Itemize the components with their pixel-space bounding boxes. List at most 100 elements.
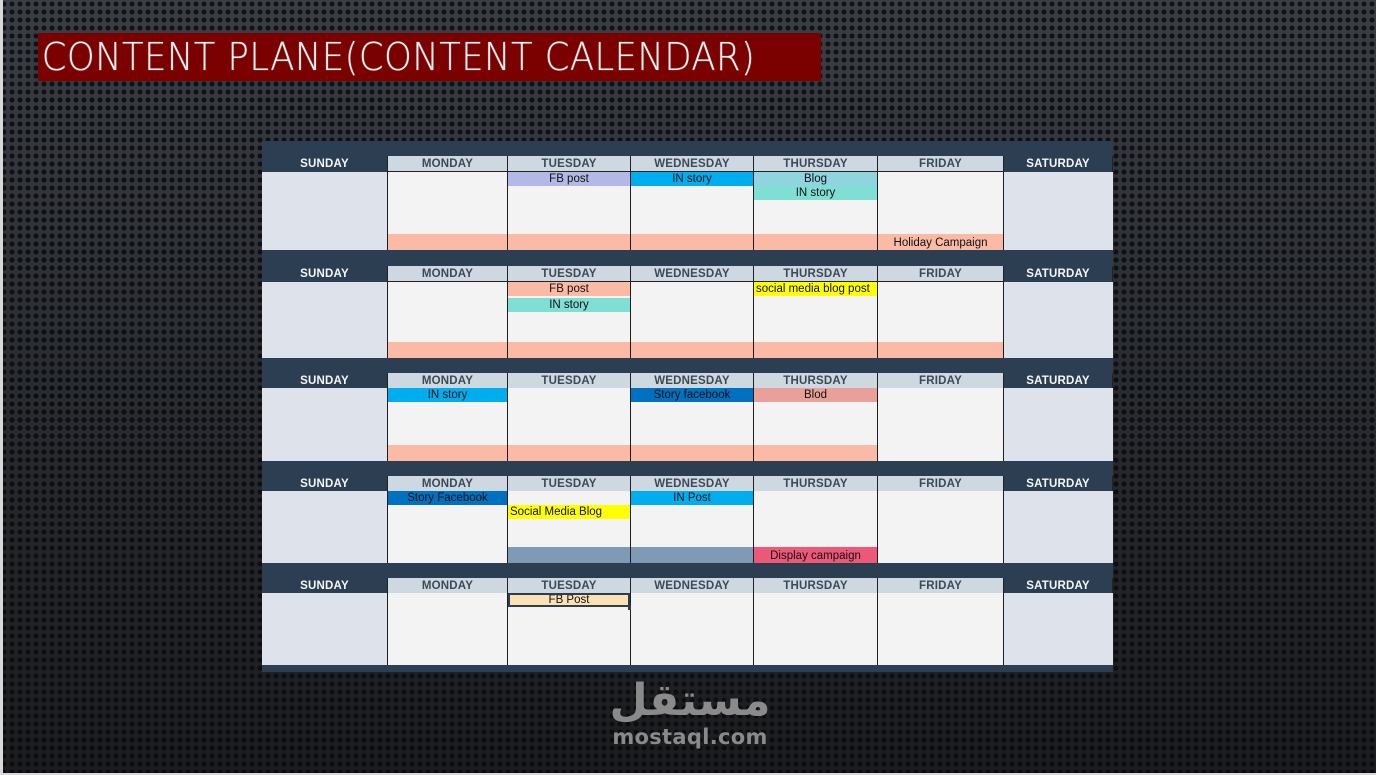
day-cell-wednesday[interactable]: Story facebook	[631, 388, 754, 461]
day-cell-thursday[interactable]: Blog IN story	[754, 172, 878, 250]
day-cell-saturday[interactable]	[1004, 388, 1113, 461]
calendar-entry[interactable]: Social Media Blog	[508, 505, 630, 519]
day-cell-tuesday[interactable]: FB Post	[508, 593, 633, 665]
campaign-band[interactable]	[388, 445, 507, 461]
day-header-sunday: SUNDAY	[262, 373, 388, 389]
calendar-entry[interactable]: IN story	[631, 172, 753, 186]
campaign-band[interactable]	[754, 234, 877, 250]
campaign-band[interactable]	[631, 445, 753, 461]
day-cell-monday[interactable]: Story Facebook	[388, 491, 508, 563]
day-header-saturday: SATURDAY	[1004, 373, 1113, 389]
day-cell-monday[interactable]	[388, 172, 508, 250]
calendar-entry-text: social media blog post	[756, 283, 870, 295]
calendar-entry-text: Social Media Blog	[510, 506, 603, 518]
day-header-monday: MONDAY	[388, 578, 508, 594]
day-header-thursday: THURSDAY	[754, 373, 878, 389]
week-4-body-row: Story Facebook Social Media Blog IN Post Di…	[262, 491, 1113, 563]
calendar-entry[interactable]: FB post	[508, 282, 630, 296]
campaign-band[interactable]	[508, 342, 630, 358]
day-cell-wednesday[interactable]	[631, 282, 754, 358]
calendar-entry-text: Blod	[803, 389, 828, 401]
week-5-header-row: SUNDAY MONDAY TUESDAY WEDNESDAY THURSDAY FRID…	[262, 578, 1113, 594]
day-header-wednesday: WEDNESDAY	[631, 373, 754, 389]
day-cell-monday[interactable]	[388, 282, 508, 358]
day-cell-friday[interactable]	[878, 388, 1004, 461]
calendar-entry-text: IN story	[795, 187, 836, 199]
day-cell-sunday[interactable]	[262, 282, 388, 358]
calendar-entry[interactable]: Blod	[754, 388, 877, 402]
campaign-band-blank[interactable]	[631, 547, 753, 563]
day-cell-tuesday[interactable]: FB post IN story	[508, 282, 631, 358]
day-cell-tuesday[interactable]: FB post	[508, 172, 631, 250]
calendar-entry[interactable]: IN story	[508, 298, 630, 312]
campaign-band[interactable]: Holiday Campaign	[878, 234, 1003, 250]
day-header-wednesday: WEDNESDAY	[631, 476, 754, 492]
calendar-entry-text: FB post	[549, 173, 589, 185]
day-cell-sunday[interactable]	[262, 491, 388, 563]
day-cell-friday[interactable]	[878, 282, 1004, 358]
calendar-entry-text: Story facebook	[653, 389, 731, 401]
day-header-tuesday: TUESDAY	[508, 373, 631, 389]
campaign-band[interactable]	[508, 234, 630, 250]
day-cell-wednesday[interactable]	[631, 593, 754, 665]
week-5-body-row: FB Post	[262, 593, 1113, 665]
campaign-band[interactable]	[754, 342, 877, 358]
campaign-band[interactable]	[754, 445, 877, 461]
day-cell-saturday[interactable]	[1004, 282, 1113, 358]
campaign-band-blank[interactable]	[508, 547, 630, 563]
week-1-header-row: SUNDAY MONDAY TUESDAY WEDNESDAY THURSDAY FRID…	[262, 156, 1113, 172]
day-header-thursday: THURSDAY	[754, 476, 878, 492]
calendar-entry[interactable]: IN Post	[631, 491, 753, 505]
week-1-body-row: FB post IN story Blog IN story Holiday Campa…	[262, 172, 1113, 250]
campaign-band[interactable]	[631, 342, 753, 358]
day-header-saturday: SATURDAY	[1004, 476, 1113, 492]
day-cell-sunday[interactable]	[262, 593, 388, 665]
calendar-entry-text: IN story	[427, 389, 468, 401]
calendar-entry[interactable]: social media blog post	[754, 282, 877, 296]
day-cell-thursday[interactable]: Display campaign	[754, 491, 878, 563]
day-header-saturday: SATURDAY	[1004, 266, 1113, 282]
day-cell-tuesday[interactable]	[508, 388, 631, 461]
day-header-saturday: SATURDAY	[1004, 156, 1113, 172]
day-cell-monday[interactable]: IN story	[388, 388, 508, 461]
campaign-band[interactable]	[631, 234, 753, 250]
day-cell-wednesday[interactable]: IN story	[631, 172, 754, 250]
week-4-header-row: SUNDAY MONDAY TUESDAY WEDNESDAY THURSDAY FRID…	[262, 476, 1113, 492]
calendar-entry[interactable]: Story Facebook	[388, 491, 507, 505]
day-cell-friday[interactable]	[878, 491, 1004, 563]
campaign-band[interactable]: Display campaign	[754, 547, 877, 563]
campaign-band[interactable]	[388, 234, 507, 250]
day-header-tuesday: TUESDAY	[508, 266, 631, 282]
calendar-entry[interactable]: Story facebook	[631, 388, 753, 402]
day-cell-thursday[interactable]: social media blog post	[754, 282, 878, 358]
day-cell-saturday[interactable]	[1004, 593, 1113, 665]
calendar-entry[interactable]: Blog	[754, 172, 877, 186]
calendar-entry[interactable]: IN story	[754, 186, 877, 200]
campaign-band[interactable]	[388, 342, 507, 358]
day-header-wednesday: WEDNESDAY	[631, 578, 754, 594]
day-header-tuesday: TUESDAY	[508, 476, 631, 492]
day-header-monday: MONDAY	[388, 266, 508, 282]
week-2-header-row: SUNDAY MONDAY TUESDAY WEDNESDAY THURSDAY FRID…	[262, 266, 1113, 282]
day-cell-monday[interactable]	[388, 593, 508, 665]
day-cell-sunday[interactable]	[262, 388, 388, 461]
day-cell-friday[interactable]: Holiday Campaign	[878, 172, 1004, 250]
day-cell-saturday[interactable]	[1004, 172, 1113, 250]
day-cell-friday[interactable]	[878, 593, 1004, 665]
day-cell-wednesday[interactable]: IN Post	[631, 491, 754, 563]
day-cell-thursday[interactable]	[754, 593, 878, 665]
calendar-entry[interactable]: FB post	[508, 172, 630, 186]
day-cell-saturday[interactable]	[1004, 491, 1113, 563]
day-cell-tuesday[interactable]: Social Media Blog	[508, 491, 631, 563]
calendar-entry[interactable]: IN story	[388, 388, 507, 402]
day-header-monday: MONDAY	[388, 156, 508, 172]
page-title: CONTENT PLANE(CONTENT CALENDAR)	[38, 33, 821, 81]
day-cell-thursday[interactable]: Blod	[754, 388, 878, 461]
day-cell-sunday[interactable]	[262, 172, 388, 250]
day-header-friday: FRIDAY	[878, 373, 1004, 389]
campaign-band[interactable]	[878, 342, 1003, 358]
calendar-entry[interactable]: FB Post	[508, 593, 633, 610]
watermark-logo: مستقل mostaql.com	[600, 676, 780, 749]
week-2-body-row: FB post IN story social media blog post	[262, 282, 1113, 358]
campaign-band[interactable]	[508, 445, 630, 461]
